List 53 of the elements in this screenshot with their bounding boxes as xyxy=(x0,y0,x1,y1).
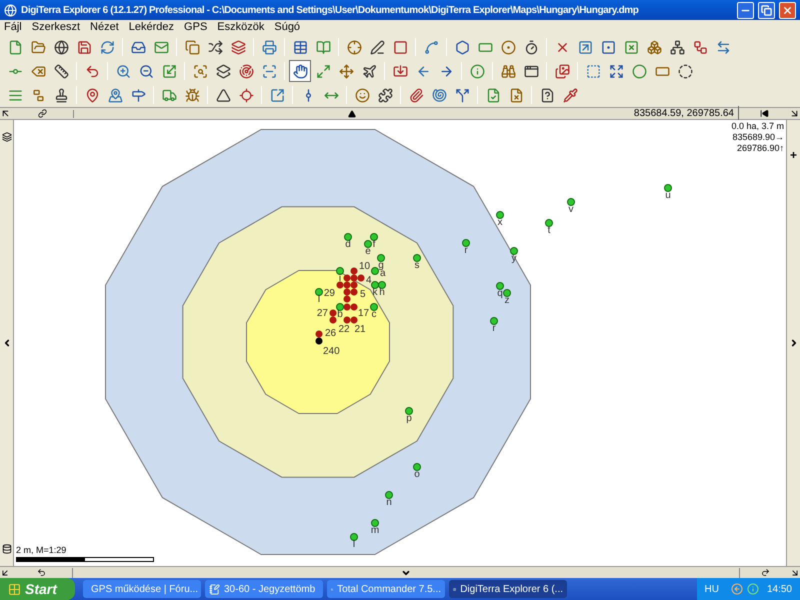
point-label: 26 xyxy=(325,328,336,339)
point-label: x xyxy=(498,217,502,228)
menu-item[interactable]: GPS xyxy=(184,22,208,33)
point-label: 21 xyxy=(354,324,366,335)
point-label: 17 xyxy=(358,308,370,319)
measure-info: 0.0 ha, 3.7 m xyxy=(731,121,784,132)
point-label: o xyxy=(414,469,420,480)
taskbar-button[interactable]: DigiTerra Explorer 6 (... xyxy=(449,580,567,598)
menu-item[interactable]: Fájl xyxy=(4,22,22,33)
point-label: k xyxy=(372,287,378,298)
taskbar-button[interactable]: 30-60 - Jegyzettömb xyxy=(205,580,323,598)
point-label: r xyxy=(492,323,496,334)
point-label: h xyxy=(379,287,385,298)
point-label: c xyxy=(372,309,376,320)
point-label: 22 xyxy=(338,324,350,335)
point-label: r xyxy=(464,245,468,256)
point-label: p xyxy=(406,413,412,424)
menu-item[interactable]: Lekérdez xyxy=(128,22,174,33)
scale-label: 2 m, M=1:29 xyxy=(16,544,68,556)
measure-info: 269786.90↑ xyxy=(736,143,784,154)
point-label: z xyxy=(504,295,510,306)
point-label: e xyxy=(365,246,371,257)
point-label: 29 xyxy=(324,288,335,299)
point-label: v xyxy=(568,204,574,215)
menu-item[interactable]: Eszközök xyxy=(217,22,264,33)
point-label: i xyxy=(338,273,342,284)
window-title: DigiTerra Explorer 6 (12.1.27) Professional - C:\Documents and Settings\User\Dokumentumok\DigiTerra Explorer\Maps\Hungary\Hungary.dmp xyxy=(21,4,640,18)
menu-item[interactable]: Szerkeszt xyxy=(32,22,80,33)
point-label: n xyxy=(386,497,392,508)
point-label: 4 xyxy=(366,275,372,286)
point-label: g xyxy=(378,260,384,271)
point-label: u xyxy=(665,190,671,201)
point-label: t xyxy=(548,225,550,236)
point-label: s xyxy=(414,260,420,271)
language-indicator: HU xyxy=(704,582,719,596)
taskbar-button[interactable]: Total Commander 7.5... xyxy=(327,580,445,598)
menu-item[interactable]: Nézet xyxy=(90,22,119,33)
plus-sign: + xyxy=(790,147,797,164)
point-label: d xyxy=(345,239,351,250)
point-label: 5 xyxy=(360,289,366,300)
point-label: l xyxy=(318,294,320,305)
point-label: l xyxy=(352,539,356,550)
point-label: 27 xyxy=(316,308,328,319)
point-label: 240 xyxy=(323,346,340,357)
point-label: 10 xyxy=(359,261,370,272)
point-label: q xyxy=(497,288,503,299)
menu-item[interactable]: Súgó xyxy=(274,22,300,33)
measure-info: 835689.90→ xyxy=(732,132,784,143)
clock: 14:50 xyxy=(766,582,792,596)
taskbar-button[interactable]: GPS működése | Fóru... xyxy=(83,580,201,598)
point-label: m xyxy=(370,525,380,536)
point-label: f xyxy=(372,239,376,250)
point-label: b xyxy=(337,309,343,320)
